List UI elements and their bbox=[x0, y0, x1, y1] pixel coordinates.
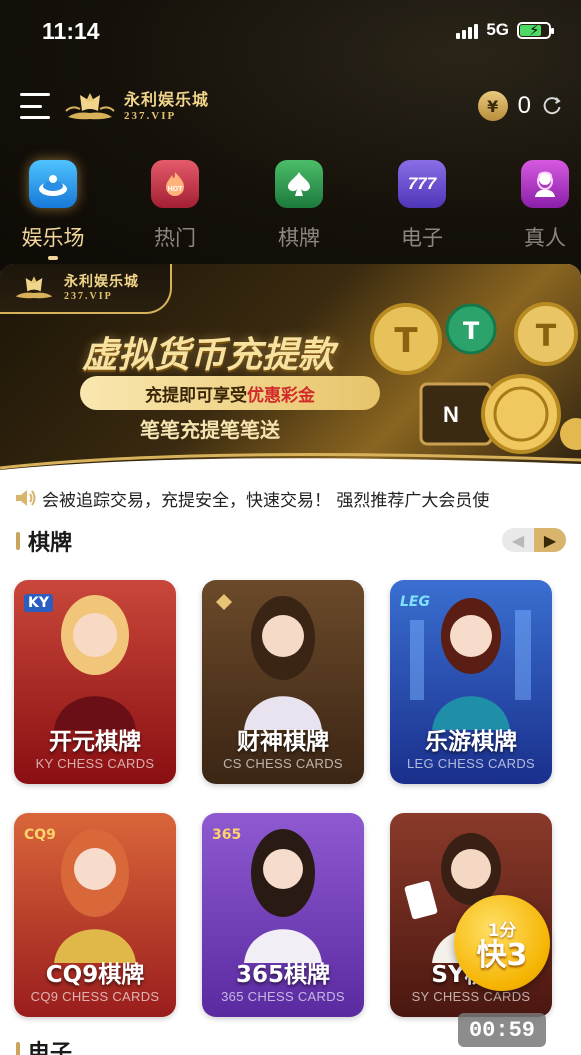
banner-title: 虚拟货币充提款 bbox=[82, 335, 335, 376]
category-chess[interactable]: 棋牌 bbox=[254, 160, 344, 252]
banner-logo-subtitle: 237.VIP bbox=[64, 290, 113, 302]
game-name: 乐游棋牌 bbox=[425, 729, 517, 755]
quick-lottery-button[interactable]: 1分 快3 bbox=[454, 895, 550, 991]
promo-banner[interactable]: T T T N 永利娱乐城 237.VIP 虚拟货币充提款 充提即可享受优惠彩金… bbox=[0, 264, 581, 476]
section-title: 棋牌 bbox=[28, 531, 73, 556]
character-illustration bbox=[216, 594, 322, 730]
refresh-icon[interactable] bbox=[541, 95, 563, 117]
game-name-en: CS CHESS CARDS bbox=[223, 756, 343, 771]
battery-icon: ⚡ bbox=[517, 21, 554, 39]
section-accent bbox=[16, 1042, 20, 1055]
top-bar: 永利娱乐城 237.VIP ¥ 0 bbox=[0, 85, 581, 131]
app-header: 11:14 5G ⚡ 永利娱乐城 237.VIP ¥ 0 娱乐场 HOT 热门 … bbox=[0, 0, 581, 270]
coin-label: N bbox=[443, 402, 459, 427]
category-casino[interactable]: 娱乐场 bbox=[8, 160, 98, 260]
category-label: 热门 bbox=[154, 226, 196, 250]
signal-icon bbox=[456, 21, 479, 39]
game-card-365[interactable]: 365 365棋牌 365 CHESS CARDS bbox=[202, 813, 364, 1017]
countdown-timer: 00:59 bbox=[458, 1013, 546, 1047]
game-name-en: KY CHESS CARDS bbox=[35, 756, 155, 771]
wallet: ¥ 0 bbox=[477, 91, 563, 121]
banner-wave-decoration bbox=[0, 453, 581, 476]
provider-badge: 365 bbox=[212, 827, 242, 843]
banner-pill: 充提即可享受 优惠彩金 bbox=[80, 376, 380, 410]
speaker-icon bbox=[16, 490, 36, 506]
category-label: 棋牌 bbox=[278, 226, 320, 250]
announcement-marquee[interactable]: 会被追踪交易，充提安全，快速交易！ 强烈推荐广大会员使 bbox=[14, 484, 574, 512]
category-live[interactable]: 真人 bbox=[500, 160, 581, 252]
game-card-cq9[interactable]: CQ9 CQ9棋牌 CQ9 CHESS CARDS bbox=[14, 813, 176, 1017]
game-name: 365棋牌 bbox=[235, 962, 330, 988]
crown-emblem-icon bbox=[65, 93, 115, 120]
slot-777-icon: 777 bbox=[398, 160, 446, 208]
svg-text:T: T bbox=[394, 321, 418, 361]
game-name: 开元棋牌 bbox=[49, 729, 141, 755]
float-badge-top: 1分 bbox=[487, 920, 517, 941]
svg-text:HOT: HOT bbox=[168, 186, 184, 193]
active-indicator bbox=[48, 256, 58, 260]
game-name: CQ9棋牌 bbox=[45, 962, 145, 988]
roulette-icon bbox=[29, 160, 77, 208]
banner-pill-highlight: 优惠彩金 bbox=[247, 385, 315, 406]
caret-right-icon: ▶ bbox=[543, 530, 557, 550]
currency-icon: ¥ bbox=[477, 91, 508, 121]
banner-pill-text: 充提即可享受 bbox=[145, 385, 247, 406]
brand-logo: 永利娱乐城 237.VIP bbox=[62, 89, 209, 125]
category-label: 电子 bbox=[401, 226, 443, 250]
announcement-text: 会被追踪交易，充提安全，快速交易！ 强烈推荐广大会员使 bbox=[42, 490, 490, 511]
category-label: 娱乐场 bbox=[21, 226, 85, 250]
svg-text:T: T bbox=[536, 319, 557, 354]
game-card-ky[interactable]: KY 开元棋牌 KY CHESS CARDS bbox=[14, 580, 176, 784]
section-accent bbox=[16, 532, 20, 550]
balance-value: 0 bbox=[517, 92, 531, 119]
section-title: 电子 bbox=[28, 1041, 73, 1055]
float-badge-main: 快3 bbox=[476, 937, 528, 973]
status-indicators: 5G ⚡ bbox=[456, 20, 554, 40]
game-name-en: 365 CHESS CARDS bbox=[221, 989, 345, 1004]
live-dealer-icon bbox=[521, 160, 569, 208]
menu-icon[interactable] bbox=[20, 93, 50, 119]
provider-badge: LEG bbox=[400, 594, 430, 610]
banner-subtitle: 笔笔充提笔笔送 bbox=[140, 418, 280, 442]
banner-logo-title: 永利娱乐城 bbox=[64, 273, 139, 290]
banner-logo: 永利娱乐城 237.VIP bbox=[0, 264, 172, 314]
category-slots[interactable]: 777 电子 bbox=[377, 160, 467, 252]
section-header-chess: 棋牌 ◀ ▶ bbox=[16, 524, 566, 558]
status-time: 11:14 bbox=[42, 18, 100, 44]
spade-icon bbox=[275, 160, 323, 208]
provider-badge: CQ9 bbox=[24, 827, 56, 843]
status-bar: 11:14 5G ⚡ bbox=[0, 14, 581, 50]
logo-title: 永利娱乐城 bbox=[124, 90, 210, 109]
crypto-coins-image: T T T N bbox=[370, 302, 581, 454]
section-pager: ◀ ▶ bbox=[502, 528, 566, 552]
svg-text:T: T bbox=[463, 317, 480, 345]
prev-page-button[interactable]: ◀ bbox=[502, 528, 534, 552]
crown-emblem-icon bbox=[15, 276, 53, 299]
category-label: 真人 bbox=[524, 226, 566, 250]
category-nav: 娱乐场 HOT 热门 棋牌 777 电子 真人 bbox=[0, 160, 581, 260]
caret-left-icon: ◀ bbox=[511, 530, 525, 550]
logo-subtitle: 237.VIP bbox=[124, 110, 177, 122]
game-name-en: SY CHESS CARDS bbox=[411, 989, 531, 1004]
game-name-en: LEG CHESS CARDS bbox=[406, 756, 536, 771]
game-card-leg[interactable]: LEG 乐游棋牌 LEG CHESS CARDS bbox=[390, 580, 552, 784]
provider-badge: KY bbox=[24, 594, 53, 612]
game-card-cs[interactable]: 财神棋牌 CS CHESS CARDS bbox=[202, 580, 364, 784]
game-name-en: CQ9 CHESS CARDS bbox=[30, 989, 160, 1004]
category-hot[interactable]: HOT 热门 bbox=[130, 160, 220, 252]
network-label: 5G bbox=[486, 20, 509, 39]
game-name: 财神棋牌 bbox=[237, 729, 329, 755]
hot-icon: HOT bbox=[151, 160, 199, 208]
next-page-button[interactable]: ▶ bbox=[534, 528, 566, 552]
